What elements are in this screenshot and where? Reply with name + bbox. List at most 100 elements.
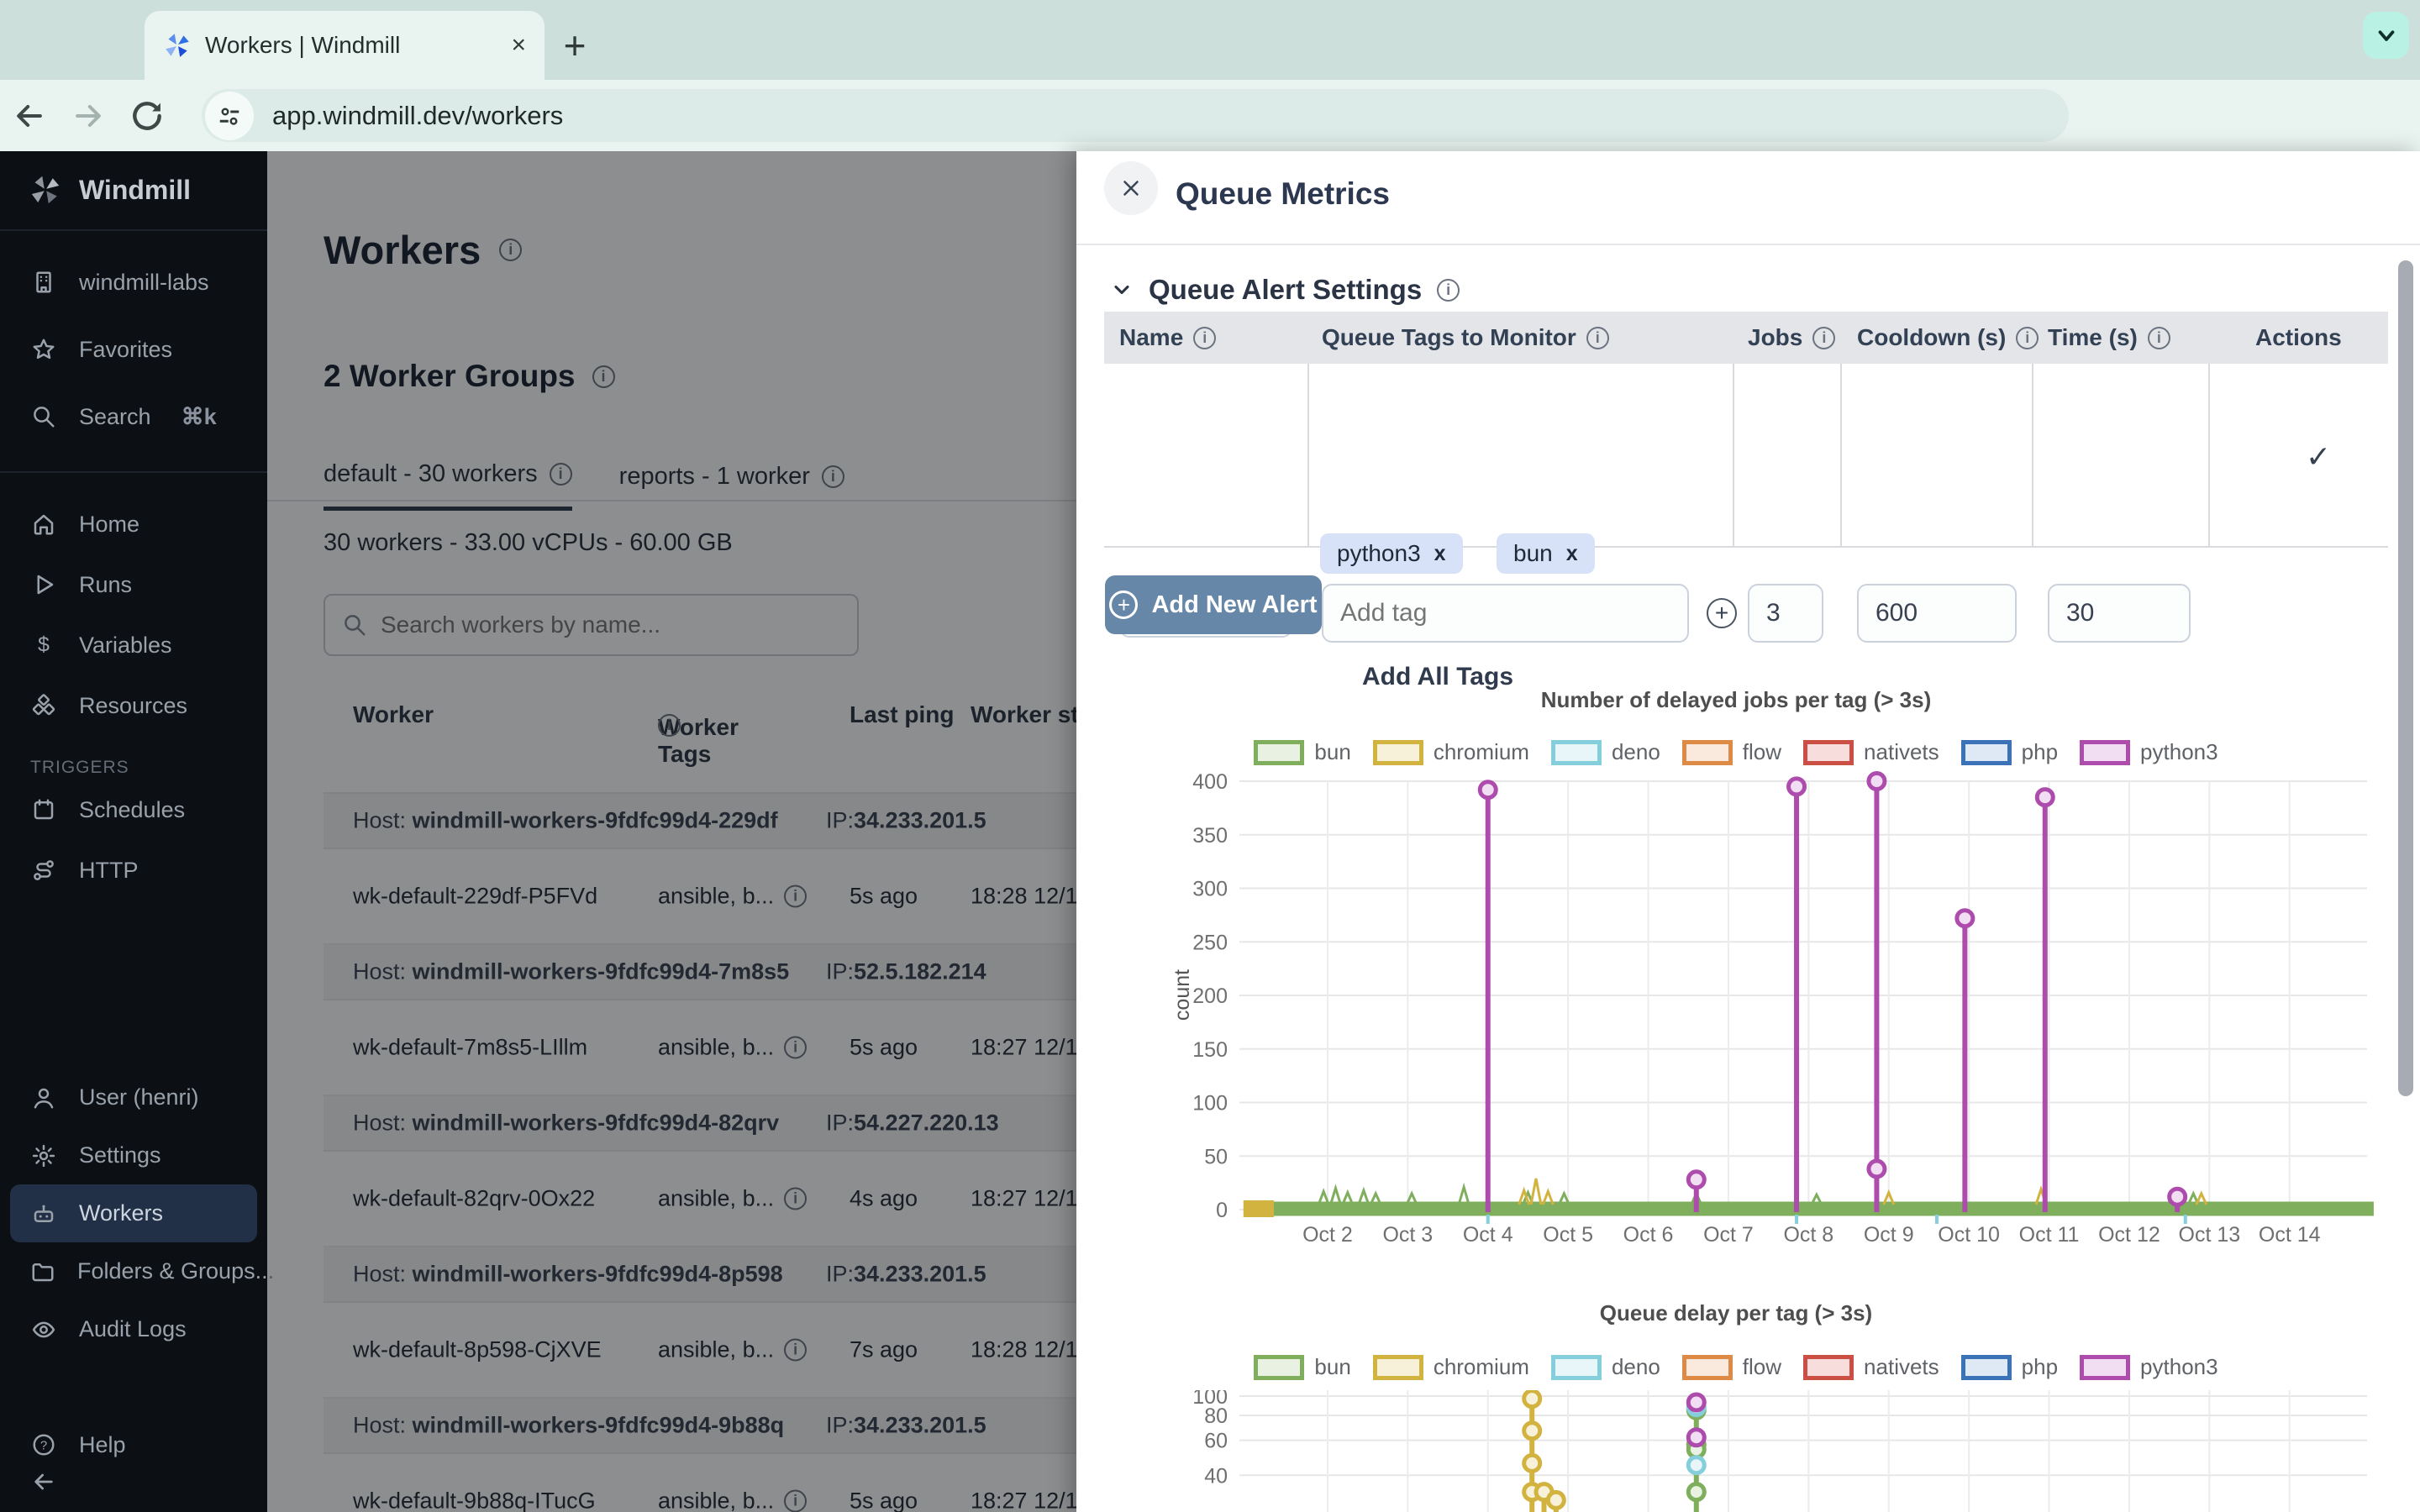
legend-item-python3[interactable]: python3 (2080, 1354, 2218, 1380)
svg-text:Oct 6: Oct 6 (1623, 1223, 1674, 1247)
screen: Workers | Windmill × + app.windmill.dev/… (0, 0, 2420, 1512)
dollar-icon: $ (30, 633, 57, 658)
remove-tag-icon[interactable]: x (1434, 542, 1446, 566)
sidebar-item-favorites[interactable]: Favorites (0, 316, 267, 383)
triggers-section-label: TRIGGERS (30, 758, 129, 778)
sidebar-item-http[interactable]: HTTP (0, 840, 267, 900)
queue-metrics-drawer: Queue Metrics Queue Alert Settings i Nam… (1076, 151, 2420, 1512)
legend-item-bun[interactable]: bun (1254, 1354, 1350, 1380)
sidebar-item-label: HTTP (79, 858, 139, 884)
svg-text:$: $ (38, 633, 50, 657)
star-icon (30, 337, 57, 362)
info-icon[interactable]: i (1437, 279, 1460, 302)
sidebar-item-folders-groups[interactable]: Folders & Groups... (0, 1242, 267, 1300)
sidebar-item-schedules[interactable]: Schedules (0, 780, 267, 840)
search-icon (30, 404, 57, 429)
tag-pill-bun[interactable]: bunx (1497, 533, 1595, 574)
svg-text:350: 350 (1192, 824, 1228, 848)
browser-tab-strip: Workers | Windmill × + (0, 0, 2420, 80)
jobs-input[interactable] (1748, 584, 1823, 643)
svg-text:Oct 5: Oct 5 (1543, 1223, 1593, 1247)
svg-text:400: 400 (1192, 770, 1228, 794)
close-drawer-button[interactable] (1104, 161, 1158, 215)
svg-text:Oct 10: Oct 10 (1938, 1223, 2000, 1247)
cooldown-input[interactable] (1857, 584, 2017, 643)
legend-swatch (1373, 1355, 1423, 1380)
info-icon[interactable]: i (1586, 327, 1609, 349)
alert-col-cooldown-s: Cooldown (s) i (1857, 324, 2039, 351)
sidebar-item-user-henri[interactable]: User (henri) (0, 1068, 267, 1126)
sidebar: Windmill windmill-labsFavoritesSearch⌘k … (0, 151, 267, 1512)
sidebar-divider (0, 471, 267, 473)
svg-text:300: 300 (1192, 878, 1228, 901)
sidebar-item-home[interactable]: Home (0, 494, 267, 554)
info-icon[interactable]: i (1193, 327, 1216, 349)
collapse-sidebar-icon[interactable] (30, 1468, 57, 1495)
add-new-alert-button[interactable]: + Add New Alert (1105, 575, 1322, 634)
add-tag-input[interactable] (1322, 584, 1689, 643)
sidebar-item-variables[interactable]: $Variables (0, 615, 267, 675)
sidebar-item-label: Schedules (79, 797, 185, 823)
svg-text:200: 200 (1192, 984, 1228, 1008)
sidebar-item-audit-logs[interactable]: Audit Logs (0, 1300, 267, 1358)
sidebar-item-settings[interactable]: Settings (0, 1126, 267, 1184)
remove-tag-icon[interactable]: x (1566, 542, 1578, 566)
legend-item-deno[interactable]: deno (1551, 1354, 1660, 1380)
play-icon (30, 572, 57, 597)
svg-text:50: 50 (1204, 1145, 1228, 1168)
site-settings-icon[interactable] (205, 92, 254, 140)
queue-alert-settings-heading[interactable]: Queue Alert Settings i (1110, 274, 1460, 306)
omnibox[interactable]: app.windmill.dev/workers (202, 89, 2069, 142)
sidebar-item-help[interactable]: ? Help (0, 1415, 138, 1474)
legend-item-nativets[interactable]: nativets (1803, 1354, 1939, 1380)
tab-search-button[interactable] (2363, 12, 2409, 59)
drawer-scrollbar[interactable] (2398, 260, 2413, 1096)
add-tag-button[interactable]: + (1707, 598, 1737, 628)
legend-swatch (1961, 1355, 2012, 1380)
svg-text:100: 100 (1192, 1092, 1228, 1116)
calendar-icon (30, 797, 57, 822)
modal-dim-overlay[interactable] (267, 151, 1076, 1512)
info-icon[interactable]: i (1812, 327, 1835, 349)
legend-item-flow[interactable]: flow (1682, 1354, 1781, 1380)
svg-text:Oct 12: Oct 12 (2098, 1223, 2160, 1247)
sidebar-item-search[interactable]: Search⌘k (0, 383, 267, 450)
chevron-down-icon (1110, 278, 1134, 302)
gear-icon (30, 1143, 57, 1168)
folder-icon (30, 1259, 55, 1284)
forward-button-icon[interactable] (59, 97, 118, 134)
info-icon[interactable]: i (2148, 327, 2170, 349)
info-icon[interactable]: i (2016, 327, 2039, 349)
svg-text:250: 250 (1192, 931, 1228, 954)
alert-col-time-s: Time (s) i (2048, 324, 2170, 351)
browser-tab[interactable]: Workers | Windmill × (145, 11, 544, 80)
shortcut-label: ⌘k (182, 404, 217, 430)
svg-text:40: 40 (1204, 1464, 1228, 1488)
sidebar-item-windmill-labs[interactable]: windmill-labs (0, 249, 267, 316)
sidebar-item-label: Workers (79, 1200, 163, 1226)
reload-button-icon[interactable] (118, 97, 176, 134)
back-button-icon[interactable] (0, 97, 59, 134)
sidebar-item-label: Resources (79, 693, 187, 719)
eye-icon (30, 1317, 57, 1342)
time-input[interactable] (2048, 584, 2191, 643)
legend-swatch (1551, 1355, 1602, 1380)
sidebar-item-workers[interactable]: Workers (10, 1184, 257, 1242)
windmill-logo-icon (29, 173, 62, 207)
svg-text:Oct 2: Oct 2 (1302, 1223, 1353, 1247)
plus-icon: + (1109, 591, 1138, 619)
legend-item-php[interactable]: php (1961, 1354, 2058, 1380)
new-tab-button[interactable]: + (548, 18, 602, 72)
sidebar-divider (0, 229, 267, 231)
sidebar-item-resources[interactable]: Resources (0, 675, 267, 736)
windmill-brand[interactable]: Windmill (29, 173, 191, 207)
tab-close-icon[interactable]: × (511, 31, 526, 60)
confirm-alert-icon[interactable]: ✓ (2306, 439, 2331, 475)
sidebar-item-label: Settings (79, 1142, 161, 1168)
sidebar-item-runs[interactable]: Runs (0, 554, 267, 615)
browser-toolbar: app.windmill.dev/workers (0, 80, 2420, 151)
alert-col-jobs: Jobs i (1748, 324, 1835, 351)
tab-title: Workers | Windmill (205, 32, 497, 59)
legend-item-chromium[interactable]: chromium (1373, 1354, 1529, 1380)
tag-pill-python3[interactable]: python3x (1320, 533, 1463, 574)
